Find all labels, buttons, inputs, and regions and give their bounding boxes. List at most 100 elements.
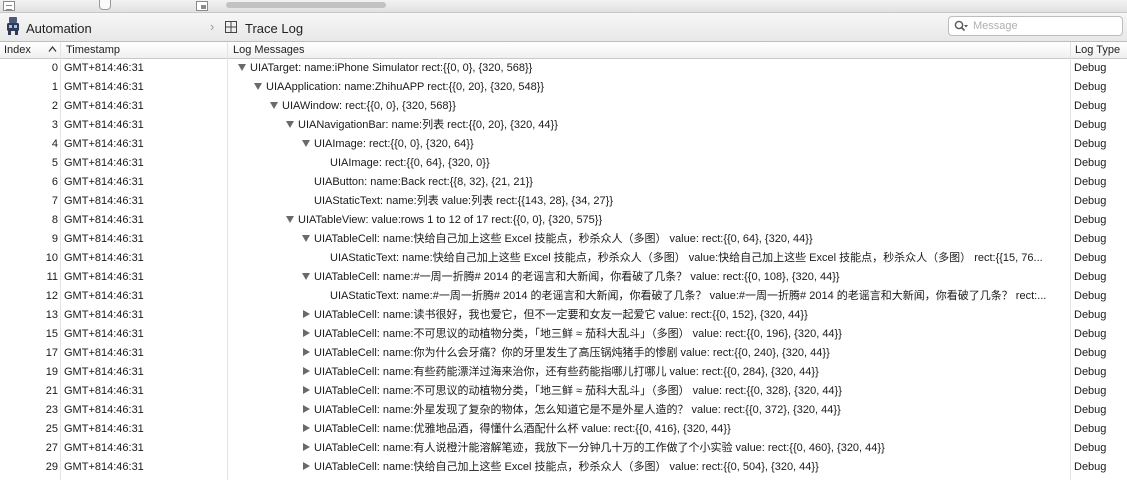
disclosure-triangle-collapsed-icon[interactable] — [303, 367, 310, 376]
row-index: 2 — [51, 100, 58, 112]
table-row[interactable]: 25 GMT+814:46:31 UIATableCell: name:优雅地品酒，… — [0, 420, 1127, 439]
disclosure-triangle-collapsed-icon[interactable] — [303, 329, 310, 338]
row-log-message: UIATableCell: name:你为什么会牙痛？你的牙里发生了高压锅炖猪手… — [232, 344, 1068, 363]
row-timestamp: GMT+814:46:31 — [64, 328, 144, 340]
table-row[interactable]: 5 GMT+814:46:31 UIAImage: rect:{{0, 64}, {… — [0, 154, 1127, 173]
row-index: 19 — [45, 366, 58, 378]
row-index: 7 — [51, 195, 58, 207]
search-icon[interactable] — [954, 20, 968, 34]
row-log-type: Debug — [1074, 62, 1107, 74]
instrument-title[interactable]: Automation — [26, 21, 92, 36]
row-log-message: UIATableCell: name:快给自己加上这些 Excel 技能点，秒杀… — [232, 230, 1068, 249]
row-timestamp: GMT+814:46:31 — [64, 290, 144, 302]
disclosure-triangle-expanded-icon[interactable] — [286, 215, 294, 223]
table-row[interactable]: 13 GMT+814:46:31 UIATableCell: name:读书很好，我… — [0, 306, 1127, 325]
row-index: 13 — [45, 309, 58, 321]
row-timestamp: GMT+814:46:31 — [64, 271, 144, 283]
log-message-text: UIATableCell: name:优雅地品酒，得懂什么酒配什么杯 value… — [314, 423, 731, 435]
table-row[interactable]: 1 GMT+814:46:31 UIAApplication: name:Zhihu… — [0, 78, 1127, 97]
row-log-message: UIATableCell: name:有人说橙汁能溶解笔迹，我放下一分钟几十万的… — [232, 439, 1068, 458]
row-index: 25 — [45, 423, 58, 435]
disclosure-triangle-collapsed-icon[interactable] — [303, 405, 310, 414]
log-message-text: UIAStaticText: name:#一周一折腾# 2014 的老谣言和大新… — [330, 290, 1047, 302]
table-row[interactable]: 3 GMT+814:46:31 UIANavigationBar: name:列表 … — [0, 116, 1127, 135]
row-index: 9 — [51, 233, 58, 245]
column-header-timestamp[interactable]: Timestamp — [66, 43, 120, 57]
row-timestamp: GMT+814:46:31 — [64, 423, 144, 435]
table-row[interactable]: 8 GMT+814:46:31 UIATableView: value:rows 1… — [0, 211, 1127, 230]
table-row[interactable]: 0 GMT+814:46:31 UIATarget: name:iPhone Sim… — [0, 59, 1127, 78]
table-row[interactable]: 4 GMT+814:46:31 UIAImage: rect:{{0, 0}, {3… — [0, 135, 1127, 154]
disclosure-triangle-expanded-icon[interactable] — [302, 272, 310, 280]
row-log-message: UIATableCell: name:#一周一折腾# 2014 的老谣言和大新闻… — [232, 268, 1068, 287]
table-row[interactable]: 9 GMT+814:46:31 UIATableCell: name:快给自己加上这… — [0, 230, 1127, 249]
row-log-type: Debug — [1074, 195, 1107, 207]
disclosure-triangle-expanded-icon[interactable] — [286, 120, 294, 128]
row-index: 4 — [51, 138, 58, 150]
disclosure-triangle-collapsed-icon[interactable] — [303, 443, 310, 452]
table-row[interactable]: 12 GMT+814:46:31 UIAStaticText: name:#一周一折… — [0, 287, 1127, 306]
disclosure-triangle-collapsed-icon[interactable] — [303, 424, 310, 433]
row-log-message: UIATarget: name:iPhone Simulator rect:{{… — [232, 59, 1068, 78]
disclosure-triangle-collapsed-icon[interactable] — [303, 348, 310, 357]
instruments-automation-icon[interactable] — [6, 17, 20, 35]
disclosure-triangle-expanded-icon[interactable] — [254, 82, 262, 90]
table-row[interactable]: 11 GMT+814:46:31 UIATableCell: name:#一周一折腾… — [0, 268, 1127, 287]
search-input[interactable] — [973, 19, 1113, 33]
log-message-text: UIANavigationBar: name:列表 rect:{{0, 20},… — [298, 119, 558, 131]
log-table-body: 0 GMT+814:46:31 UIATarget: name:iPhone Sim… — [0, 59, 1127, 477]
table-row[interactable]: 7 GMT+814:46:31 UIAStaticText: name:列表 val… — [0, 192, 1127, 211]
row-timestamp: GMT+814:46:31 — [64, 176, 144, 188]
column-header-log-type[interactable]: Log Type — [1075, 43, 1120, 57]
disclosure-triangle-collapsed-icon[interactable] — [303, 310, 310, 319]
table-row[interactable]: 19 GMT+814:46:31 UIATableCell: name:有些药能漂洋… — [0, 363, 1127, 382]
table-row[interactable]: 29 GMT+814:46:31 UIATableCell: name:快给自己加上… — [0, 458, 1127, 477]
column-header-index[interactable]: Index — [4, 43, 31, 57]
log-message-text: UIATableCell: name:读书很好，我也爱它，但不一定要和女友一起爱… — [314, 309, 808, 321]
row-index: 17 — [45, 347, 58, 359]
log-message-text: UIAStaticText: name:列表 value:列表 rect:{{1… — [314, 195, 614, 207]
disclosure-triangle-collapsed-icon[interactable] — [303, 386, 310, 395]
table-row[interactable]: 23 GMT+814:46:31 UIATableCell: name:外星发现了复… — [0, 401, 1127, 420]
row-index: 12 — [45, 290, 58, 302]
column-header-log-messages[interactable]: Log Messages — [233, 43, 305, 57]
disclosure-triangle-expanded-icon[interactable] — [302, 139, 310, 147]
table-row[interactable]: 17 GMT+814:46:31 UIATableCell: name:你为什么会牙… — [0, 344, 1127, 363]
row-log-type: Debug — [1074, 138, 1107, 150]
disclosure-triangle-expanded-icon[interactable] — [302, 234, 310, 242]
horizontal-scrollbar[interactable] — [226, 2, 386, 8]
table-row[interactable]: 21 GMT+814:46:31 UIATableCell: name:不可思议的动… — [0, 382, 1127, 401]
table-row[interactable]: 6 GMT+814:46:31 UIAButton: name:Back rect:… — [0, 173, 1127, 192]
window-icon[interactable] — [3, 1, 15, 11]
row-log-message: UIATableCell: name:不可思议的动植物分类，「地三鲜 ≈ 茄科大… — [232, 325, 1068, 344]
row-log-type: Debug — [1074, 385, 1107, 397]
row-timestamp: GMT+814:46:31 — [64, 138, 144, 150]
row-log-type: Debug — [1074, 309, 1107, 321]
row-log-type: Debug — [1074, 461, 1107, 473]
row-index: 0 — [51, 62, 58, 74]
disclosure-triangle-expanded-icon[interactable] — [270, 101, 278, 109]
table-row[interactable]: 2 GMT+814:46:31 UIAWindow: rect:{{0, 0}, {… — [0, 97, 1127, 116]
table-row[interactable]: 15 GMT+814:46:31 UIATableCell: name:不可思议的动… — [0, 325, 1127, 344]
disclosure-triangle-expanded-icon[interactable] — [238, 63, 246, 71]
row-index: 5 — [51, 157, 58, 169]
row-log-message: UIATableCell: name:优雅地品酒，得懂什么酒配什么杯 value… — [232, 420, 1068, 439]
row-log-type: Debug — [1074, 404, 1107, 416]
grid-icon — [225, 21, 237, 33]
row-timestamp: GMT+814:46:31 — [64, 461, 144, 473]
top-scroll-strip — [0, 0, 1127, 13]
detail-view-title[interactable]: Trace Log — [245, 21, 303, 36]
log-message-text: UIATableCell: name:不可思议的动植物分类，「地三鲜 ≈ 茄科大… — [314, 385, 842, 397]
panel-icon[interactable] — [196, 1, 208, 11]
sort-ascending-icon[interactable] — [48, 45, 57, 53]
log-message-text: UIAButton: name:Back rect:{{8, 32}, {21,… — [314, 176, 533, 188]
message-search-field[interactable] — [948, 16, 1123, 36]
log-message-text: UIATableCell: name:#一周一折腾# 2014 的老谣言和大新闻… — [314, 271, 840, 283]
table-row[interactable]: 10 GMT+814:46:31 UIAStaticText: name:快给自己加… — [0, 249, 1127, 268]
log-message-text: UIATableCell: name:你为什么会牙痛？你的牙里发生了高压锅炖猪手… — [314, 347, 830, 359]
disclosure-triangle-collapsed-icon[interactable] — [303, 462, 310, 471]
table-row[interactable]: 27 GMT+814:46:31 UIATableCell: name:有人说橙汁能… — [0, 439, 1127, 458]
row-log-message: UIATableView: value:rows 1 to 12 of 17 r… — [232, 211, 1068, 230]
